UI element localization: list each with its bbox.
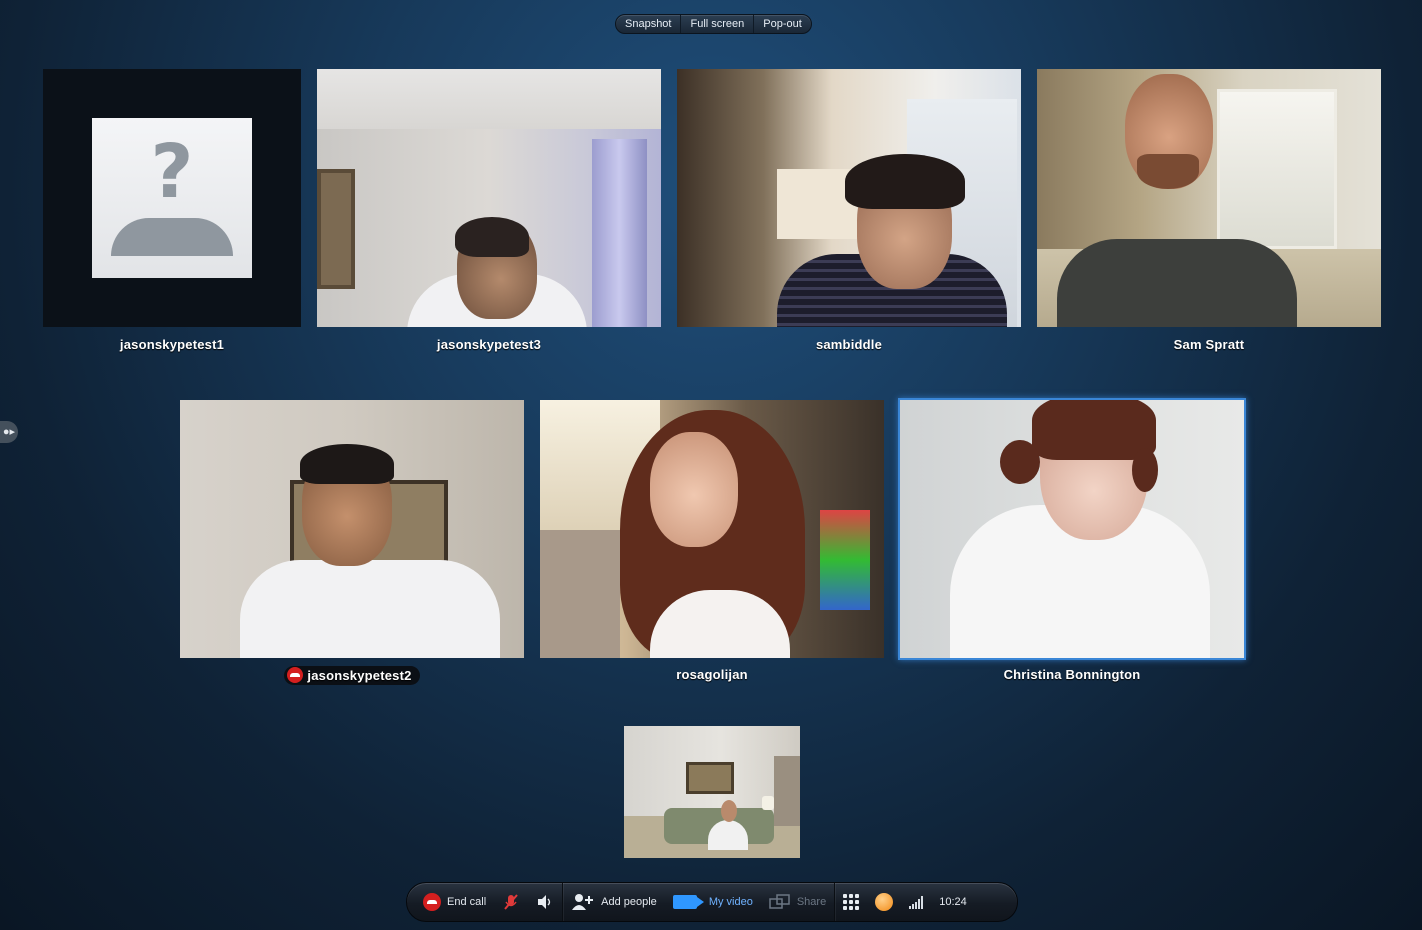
call-ended-icon (287, 667, 304, 683)
video-toolbar: Snapshot Full screen Pop-out (615, 14, 812, 34)
pop-out-button[interactable]: Pop-out (754, 15, 811, 33)
status-icon (875, 893, 894, 911)
add-people-button[interactable]: Add people (563, 883, 665, 921)
add-person-icon (572, 894, 594, 910)
call-controls-bar: End call Add people My video Share 10:24 (406, 882, 1018, 922)
active-speaker-highlight (898, 398, 1246, 660)
self-video-preview[interactable] (624, 726, 800, 858)
share-button[interactable]: Share (761, 883, 834, 921)
participant-video-rosagolijan[interactable] (540, 400, 884, 658)
mute-button[interactable] (494, 883, 528, 921)
add-people-label: Add people (601, 896, 657, 908)
share-screen-icon (769, 894, 790, 909)
mute-mic-icon (504, 894, 518, 910)
my-video-label: My video (708, 896, 753, 908)
dialpad-icon (843, 894, 860, 910)
full-screen-button[interactable]: Full screen (681, 15, 755, 33)
participant-video-sam-spratt[interactable] (1037, 69, 1381, 327)
status-button[interactable] (867, 883, 901, 921)
participant-name: Sam Spratt (1173, 337, 1245, 352)
participant-name: rosagolijan (676, 667, 748, 682)
speaker-icon (538, 895, 551, 909)
participant-video-jasonskypetest2[interactable] (180, 400, 524, 658)
participant-name: jasonskypetest2 (307, 668, 412, 683)
end-call-label: End call (447, 896, 487, 908)
video-camera-icon (672, 895, 704, 909)
my-video-button[interactable]: My video (665, 883, 761, 921)
call-timer: 10:24 (939, 896, 967, 908)
contacts-handle-icon[interactable]: ●▸ (0, 421, 18, 443)
snapshot-button[interactable]: Snapshot (616, 15, 682, 33)
participant-video-sambiddle[interactable] (677, 69, 1021, 327)
participant-name: sambiddle (815, 337, 883, 352)
speaker-button[interactable] (528, 883, 562, 921)
dialpad-button[interactable] (835, 883, 867, 921)
call-quality-button[interactable] (901, 883, 931, 921)
call-duration: 10:24 (931, 883, 975, 921)
end-call-icon (423, 893, 441, 911)
participant-name: jasonskypetest3 (436, 337, 542, 352)
participant-video-jasonskypetest3[interactable] (317, 69, 661, 327)
share-label: Share (796, 896, 827, 908)
participant-name: Christina Bonnington (1003, 667, 1141, 682)
participant-name-pill: jasonskypetest2 (284, 666, 420, 685)
participant-tile-jasonskypetest1[interactable]: ? (43, 69, 301, 327)
default-avatar-icon: ? (92, 118, 252, 278)
signal-strength-icon (909, 895, 924, 909)
participant-name: jasonskypetest1 (119, 337, 225, 352)
end-call-button[interactable]: End call (415, 883, 494, 921)
participant-name-row: jasonskypetest2 (180, 666, 524, 685)
